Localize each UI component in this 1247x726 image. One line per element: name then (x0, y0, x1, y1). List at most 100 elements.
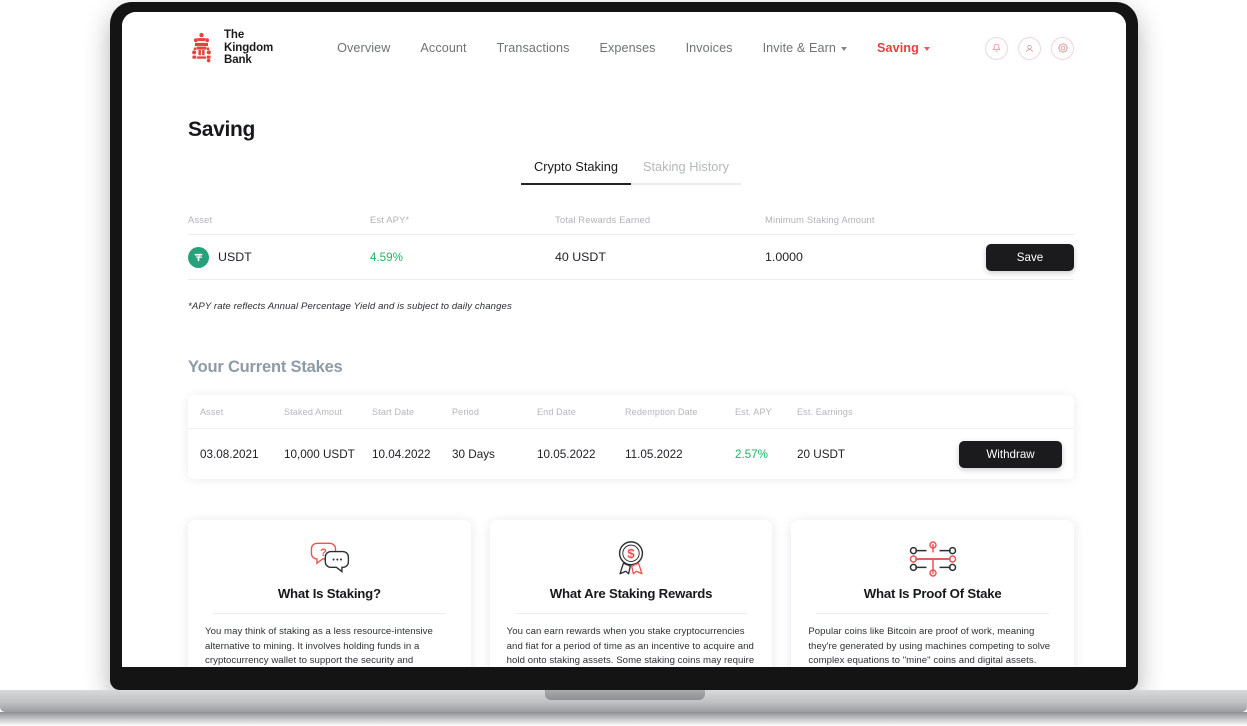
notifications-button[interactable] (985, 36, 1008, 60)
main-nav: Overview Account Transactions Expenses I (337, 41, 930, 55)
cell-est-apy: 2.57% (735, 447, 768, 461)
screenshot-stage: The Kingdom Bank Overview Account Transa… (0, 0, 1247, 726)
brand-line-3: Bank (224, 54, 252, 67)
save-button[interactable]: Save (986, 243, 1074, 271)
tab-label: Staking History (642, 159, 730, 174)
info-card-what-is-staking: ? What Is Staking? You may think of stak… (188, 520, 471, 667)
table-row: 03.08.2021 10,000 USDT 10.04.2022 30 Day… (188, 429, 1074, 479)
divider (816, 613, 1050, 614)
cell-period: 30 Days (452, 447, 495, 461)
bell-icon (992, 43, 1001, 52)
tether-glyph-icon (194, 253, 203, 261)
brand-name: The Kingdom Bank (224, 29, 273, 66)
brand-line-2: Kingdom (224, 41, 274, 54)
current-stakes-card: Asset Staked Amout Start Date Period End… (188, 395, 1074, 479)
card-body: You can earn rewards when you stake cryp… (506, 626, 755, 667)
cell-end-date: 10.05.2022 (537, 447, 596, 461)
staking-table-row: USDT 4.59% 40 USDT 1.0000 Save (188, 234, 1074, 280)
nav-item-invite-and-earn[interactable]: Invite & Earn (763, 41, 847, 55)
brand-logo[interactable]: The Kingdom Bank (188, 29, 273, 66)
profile-button[interactable] (1018, 36, 1041, 60)
column-header-asset: Asset (200, 406, 224, 417)
cell-asset: 03.08.2021 (200, 447, 259, 461)
info-cards-row: ? What Is Staking? You may think of stak… (188, 520, 1075, 667)
settings-button[interactable] (1051, 36, 1074, 60)
chevron-down-icon (923, 46, 930, 51)
tether-icon (188, 246, 209, 268)
current-stakes-title: Your Current Stakes (188, 358, 343, 376)
card-title: What Is Staking? (277, 586, 381, 601)
cell-asset: USDT (188, 246, 370, 268)
brand-line-1: The (224, 29, 245, 42)
nav-label: Expenses (599, 41, 656, 55)
nav-label: Overview (337, 41, 391, 55)
award-dollar-icon: $ (618, 541, 644, 575)
page-content: Saving Crypto Staking Staking History As… (122, 118, 1126, 667)
cell-start-date: 10.04.2022 (372, 447, 431, 461)
nav-item-account[interactable]: Account (420, 41, 466, 55)
column-header-est-apy: Est APY* (370, 214, 410, 225)
column-header-period: Period (452, 406, 480, 417)
nav-label: Invoices (685, 41, 733, 55)
column-header-end-date: End Date (537, 406, 576, 417)
nav-label: Invite & Earn (762, 41, 836, 55)
column-header-staked-amount: Staked Amout (284, 406, 343, 417)
laptop-screen: The Kingdom Bank Overview Account Transa… (122, 12, 1126, 667)
divider (213, 613, 446, 614)
column-header-minimum-staking-amount: Minimum Staking Amount (765, 214, 875, 225)
nav-item-invoices[interactable]: Invoices (686, 41, 733, 55)
cell-est-apy: 4.59% (370, 250, 555, 264)
tab-bar: Crypto Staking Staking History (188, 159, 1074, 185)
top-icon-group (985, 36, 1074, 60)
svg-text:$: $ (627, 546, 635, 561)
cell-total-rewards: 40 USDT (555, 250, 606, 264)
nav-item-overview[interactable]: Overview (337, 41, 390, 55)
column-header-est-earnings: Est. Earnings (797, 406, 853, 417)
column-header-total-rewards: Total Rewards Earned (555, 214, 651, 225)
gear-icon (1057, 43, 1068, 53)
page-title: Saving (188, 118, 256, 141)
card-body: Popular coins like Bitcoin are proof of … (808, 626, 1051, 667)
nav-label: Account (420, 41, 467, 55)
asset-name: USDT (218, 250, 252, 264)
card-body: You may think of staking as a less resou… (205, 626, 433, 667)
current-stakes-header: Asset Staked Amout Start Date Period End… (188, 395, 1074, 429)
tab-staking-history[interactable]: Staking History (631, 159, 741, 185)
est-apy-value: 4.59% (370, 251, 403, 264)
speech-bubbles-question-icon: ? (311, 542, 350, 573)
laptop-frame: The Kingdom Bank Overview Account Transa… (110, 2, 1138, 690)
nav-item-transactions[interactable]: Transactions (497, 41, 570, 55)
info-card-what-are-staking-rewards: $ What Are Staking Rewards You can earn … (489, 520, 773, 667)
cell-staked-amount: 10,000 USDT (284, 447, 355, 461)
cell-redemption-date: 11.05.2022 (625, 447, 683, 461)
card-icon-wrapper: ? (205, 536, 454, 582)
info-card-what-is-proof-of-stake: What Is Proof Of Stake Popular coins lik… (791, 520, 1075, 667)
kingdom-bank-emblem-icon (192, 33, 211, 63)
network-nodes-icon (909, 541, 956, 577)
nav-label: Transactions (496, 41, 570, 55)
divider (514, 613, 748, 614)
cell-minimum-amount: 1.0000 (765, 250, 803, 264)
nav-item-expenses[interactable]: Expenses (599, 41, 655, 55)
nav-item-saving[interactable]: Saving (877, 41, 930, 55)
laptop-base-notch (545, 690, 705, 700)
user-icon (1025, 44, 1034, 52)
column-header-redemption-date: Redemption Date (625, 406, 698, 417)
column-header-start-date: Start Date (372, 406, 415, 417)
apy-disclaimer-note: *APY rate reflects Annual Percentage Yie… (188, 301, 512, 312)
tab-crypto-staking[interactable]: Crypto Staking (521, 159, 631, 185)
top-navigation-bar: The Kingdom Bank Overview Account Transa… (122, 12, 1126, 84)
chevron-down-icon (840, 46, 847, 51)
withdraw-button[interactable]: Withdraw (959, 440, 1062, 468)
card-icon-wrapper (808, 536, 1057, 582)
tab-label: Crypto Staking (534, 159, 618, 174)
card-title: What Is Proof Of Stake (863, 586, 1002, 601)
cell-est-earnings: 20 USDT (797, 447, 846, 461)
staking-table-header: Asset Est APY* Total Rewards Earned Mini… (188, 214, 1074, 234)
card-title: What Are Staking Rewards (549, 586, 713, 601)
card-icon-wrapper: $ (507, 536, 756, 582)
column-header-asset: Asset (188, 214, 213, 225)
desk-shadow (0, 712, 1247, 726)
column-header-est-apy: Est. APY (735, 406, 772, 417)
nav-label: Saving (876, 41, 919, 55)
